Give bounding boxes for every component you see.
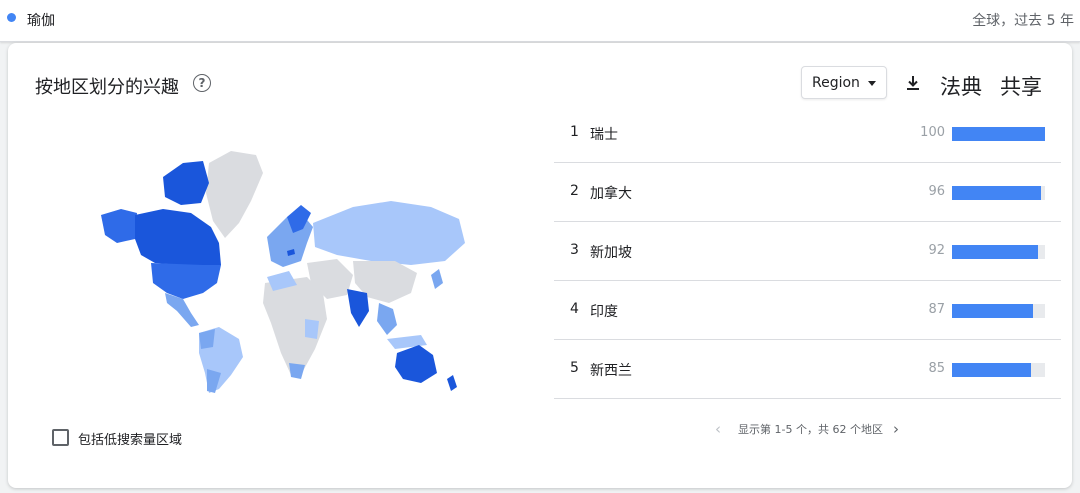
- region-name[interactable]: 印度: [590, 301, 618, 321]
- map-region-canada[interactable]: [135, 209, 221, 271]
- download-icon[interactable]: [904, 74, 922, 92]
- region-select-label: Region: [812, 75, 860, 91]
- map-region-australia[interactable]: [395, 345, 437, 383]
- map-region-new-zealand[interactable]: [447, 375, 457, 391]
- interest-value: 100: [920, 125, 945, 140]
- card-title: 按地区划分的兴趣: [35, 77, 179, 98]
- interest-bar-track: [952, 245, 1045, 259]
- interest-bar-fill: [952, 186, 1042, 200]
- map-region-india[interactable]: [347, 289, 369, 327]
- map-region-southeast-asia[interactable]: [377, 303, 397, 335]
- ranking-row[interactable]: 3 新加坡 92: [554, 222, 1061, 281]
- ranking-row[interactable]: 2 加拿大 96: [554, 163, 1061, 222]
- interest-bar-fill: [952, 245, 1038, 259]
- scope-label: 全球，过去 5 年: [972, 13, 1074, 29]
- chevron-left-icon[interactable]: ‹: [715, 420, 721, 438]
- map-region-usa[interactable]: [151, 263, 221, 299]
- map-region-colombia[interactable]: [199, 329, 215, 349]
- interest-bar-fill: [952, 304, 1033, 318]
- interest-bar-fill: [952, 127, 1045, 141]
- interest-bar-track: [952, 186, 1045, 200]
- map-region-south-africa[interactable]: [289, 363, 305, 379]
- region-select[interactable]: Region: [801, 66, 887, 99]
- map-region-east-africa[interactable]: [305, 319, 319, 339]
- map-region-greenland[interactable]: [206, 151, 263, 238]
- interest-bar-fill: [952, 363, 1032, 377]
- search-term-label: 瑜伽: [27, 13, 55, 29]
- low-volume-checkbox[interactable]: [52, 429, 69, 446]
- rank-number: 4: [570, 301, 579, 317]
- region-name[interactable]: 加拿大: [590, 183, 632, 203]
- embed-button[interactable]: 法典: [940, 71, 982, 101]
- interest-by-region-card: 按地区划分的兴趣 ? Region 法典 共享 包括低搜索量区域 1 瑞士 10…: [8, 43, 1072, 488]
- world-map[interactable]: [91, 143, 471, 393]
- help-circle-icon[interactable]: ?: [193, 74, 211, 92]
- term-color-dot: [7, 13, 16, 22]
- low-volume-label: 包括低搜索量区域: [78, 433, 183, 448]
- region-name[interactable]: 新加坡: [590, 242, 632, 262]
- region-name[interactable]: 新西兰: [590, 360, 632, 380]
- ranking-row[interactable]: 1 瑞士 100: [554, 104, 1061, 163]
- pagination: ‹ 显示第 1-5 个，共 62 个地区 ›: [711, 418, 1011, 438]
- interest-bar-track: [952, 304, 1045, 318]
- rank-number: 1: [570, 124, 579, 140]
- interest-value: 85: [928, 361, 945, 376]
- chevron-right-icon[interactable]: ›: [893, 420, 899, 438]
- map-region-japan[interactable]: [431, 269, 443, 289]
- interest-bar-track: [952, 363, 1045, 377]
- interest-bar-track: [952, 127, 1045, 141]
- ranking-row[interactable]: 4 印度 87: [554, 281, 1061, 340]
- interest-value: 87: [928, 302, 945, 317]
- map-region-russia[interactable]: [313, 201, 465, 265]
- interest-value: 96: [928, 184, 945, 199]
- map-region-canada-islands[interactable]: [163, 161, 209, 205]
- pagination-label: 显示第 1-5 个，共 62 个地区: [738, 423, 883, 436]
- rank-number: 2: [570, 183, 579, 199]
- header-bar: 瑜伽 全球，过去 5 年: [0, 0, 1080, 42]
- interest-value: 92: [928, 243, 945, 258]
- region-ranking-list: 1 瑞士 100 2 加拿大 96 3 新加坡 92 4 印度 87 5 新西兰…: [554, 104, 1061, 399]
- rank-number: 3: [570, 242, 579, 258]
- region-name[interactable]: 瑞士: [590, 124, 618, 144]
- ranking-row[interactable]: 5 新西兰 85: [554, 340, 1061, 399]
- share-button[interactable]: 共享: [1000, 71, 1042, 101]
- caret-down-icon: [868, 81, 876, 86]
- map-region-alaska[interactable]: [101, 209, 137, 243]
- rank-number: 5: [570, 360, 579, 376]
